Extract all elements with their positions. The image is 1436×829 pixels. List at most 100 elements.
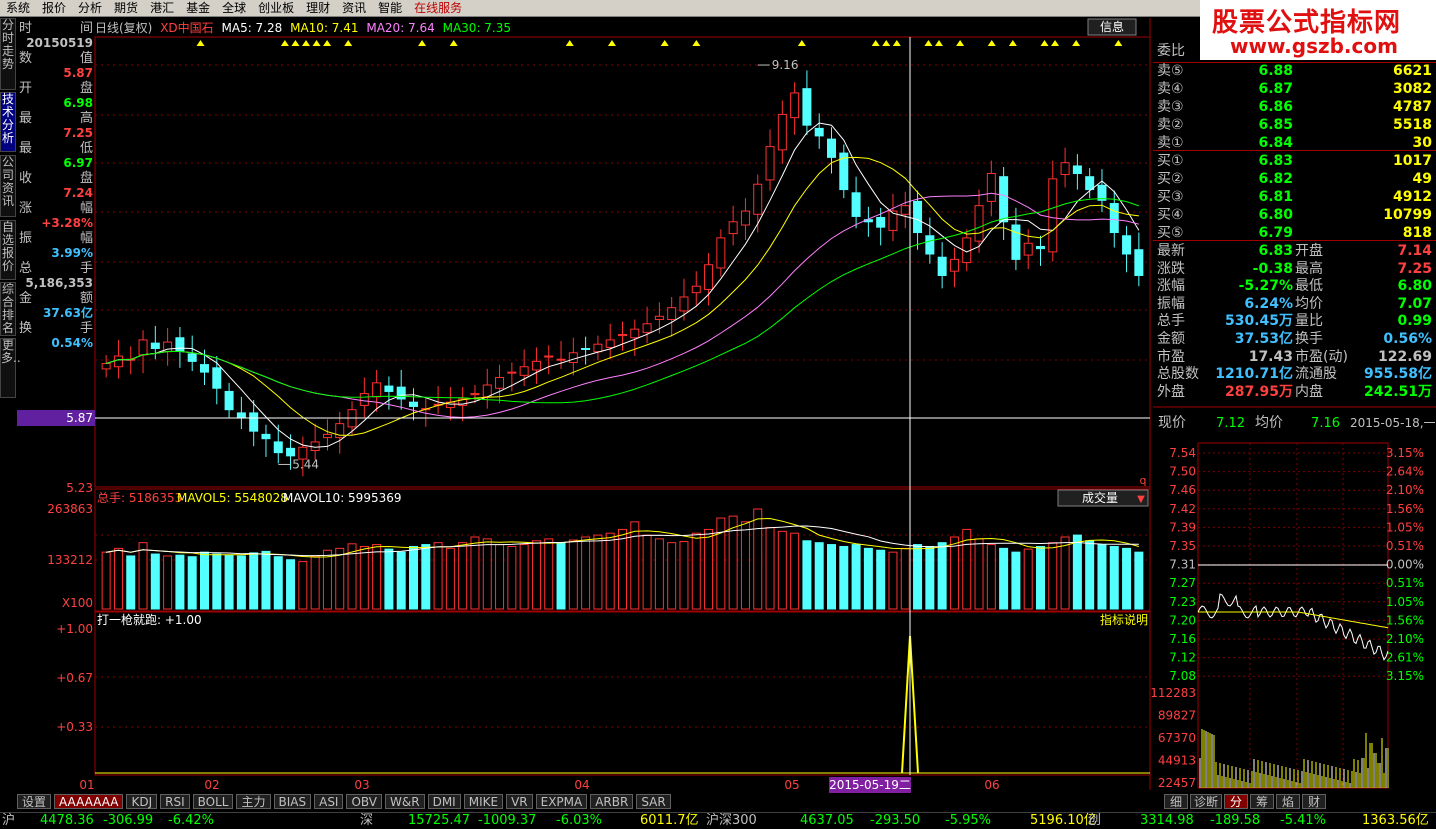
indicator-tab[interactable]: RSI [160,794,190,809]
quote-row: 卖④ 6.87 3082 [1153,80,1436,98]
quote-value: 17.43 [1248,348,1293,365]
buy-price: 6.82 [1258,171,1293,187]
volume-bar [163,555,173,610]
volume-bar [1036,545,1045,610]
quote-row: 卖⑤ 6.88 6621 [1153,62,1436,80]
candle-body [310,441,320,451]
ind-tick: +1.00 [56,622,93,636]
right-tab[interactable]: 诊断 [1190,794,1222,809]
volume-bar [765,527,775,610]
quote-value-2: 6.80 [1397,278,1432,295]
volume-bar [138,542,148,610]
indicator-tab[interactable]: 设置 [17,794,52,809]
mini-price-tick: 7.35 [1169,539,1196,553]
cursor-date: 2015-05-19二 [829,778,911,792]
sell-label: 卖② [1157,117,1184,133]
quote-label-2: 内盘 [1295,383,1323,400]
price-high-label: 9.16 [772,58,799,72]
mini-date: 2015-05-18,一 [1350,416,1436,430]
volume-bar [544,538,554,610]
volume-bar [900,547,910,610]
quote-value: 6.83 [1258,243,1293,259]
right-tab[interactable]: 筹 [1250,794,1274,809]
x-axis-label: 04 [574,778,589,792]
indicator-header: 打一枪就跑: +1.00 [97,612,202,627]
indicator-tab[interactable]: AAAAAAA [54,794,124,809]
candle-body [654,315,664,321]
candle-body [568,352,578,363]
candle-body [384,385,394,392]
indicator-tab[interactable]: ASI [314,794,344,809]
indicator-tab[interactable]: KDJ [126,794,158,809]
volume-bar [1134,551,1144,610]
right-tabs: 细诊断分筹焰财 [1160,794,1436,809]
volume-bar [667,542,677,610]
indicator-tab[interactable]: BOLL [192,794,234,809]
vol-tick: 133212 [47,553,93,567]
quote-value-2: 122.69 [1377,348,1432,365]
sell-price: 6.85 [1258,117,1293,133]
quote-label: 市盈 [1157,348,1185,365]
candle-body [999,176,1009,223]
sell-volume: 6621 [1393,63,1432,79]
indicator-tab[interactable]: ARBR [590,794,634,809]
volume-bar [372,544,382,610]
ind-tick: +0.33 [56,720,93,734]
volume-bar [507,545,517,610]
indicator-tab[interactable]: EXPMA [535,794,588,809]
x-axis-label: 01 [79,778,94,792]
volume-bar [200,551,209,610]
indicator-tab[interactable]: DMI [427,794,461,809]
candle-body [753,183,763,215]
candle-body [372,382,382,398]
buy-volume: 49 [1412,171,1432,187]
volume-bar [458,542,468,610]
candle-body [396,386,406,400]
quote-row: 金额 37.53亿 换手 0.56% [1153,330,1436,348]
mini-pct-tick: 0.00% [1386,558,1424,572]
volume-bar [740,521,750,610]
candle-body [322,433,332,439]
ma-line [105,156,1139,436]
volume-bar [790,532,800,610]
right-tab[interactable]: 焰 [1276,794,1300,809]
quote-row: 总手 530.45万 量比 0.99 [1153,312,1436,330]
axis-bottom-label: 5.23 [66,481,93,495]
mini-pct-tick: 1.05% [1386,595,1424,609]
indicator-tab[interactable]: MIKE [463,794,504,809]
volume-bar [1060,536,1070,610]
right-tab[interactable]: 财 [1302,794,1326,809]
indicator-tab[interactable]: VR [506,794,533,809]
quote-label-2: 量比 [1295,313,1323,330]
candle-body [200,364,209,373]
indicator-tab[interactable]: SAR [636,794,671,809]
mini-price-tick: 7.20 [1169,613,1196,627]
volume-bar [1085,540,1095,610]
quote-label-2: 市盈(动) [1295,348,1348,365]
x-axis-label: 03 [354,778,369,792]
candle-body [593,343,603,353]
indicator-tab[interactable]: BIAS [273,794,312,809]
volume-bar [863,547,873,610]
quote-value: 6.24% [1244,295,1293,312]
mini-price-tick: 7.42 [1169,502,1196,516]
indicator-tab[interactable]: 主力 [236,794,271,809]
candle-body [150,342,160,349]
quote-label: 总股数 [1157,366,1199,383]
candle-body [728,221,738,235]
indicator-tab[interactable]: OBV [346,794,383,809]
candle-body [409,401,418,407]
status-item: -5.95% [945,813,991,828]
quote-divider [1153,62,1436,63]
right-tab[interactable]: 分 [1224,794,1248,809]
indicator-tab[interactable]: W&R [385,794,425,809]
signal-triangle [660,40,669,46]
volume-bar [888,551,898,610]
right-tab[interactable]: 细 [1164,794,1188,809]
status-bar: 沪 4478.36 -306.99 -6.42% 深 15725.47 -1009.37 -6… [0,812,1436,828]
candle-body [286,447,296,457]
candle-body [519,366,529,376]
mavol10-label: MAVOL10: 5995369 [283,491,402,505]
mini-pct-tick: 3.15% [1386,669,1424,683]
signal-triangle [1114,40,1123,46]
